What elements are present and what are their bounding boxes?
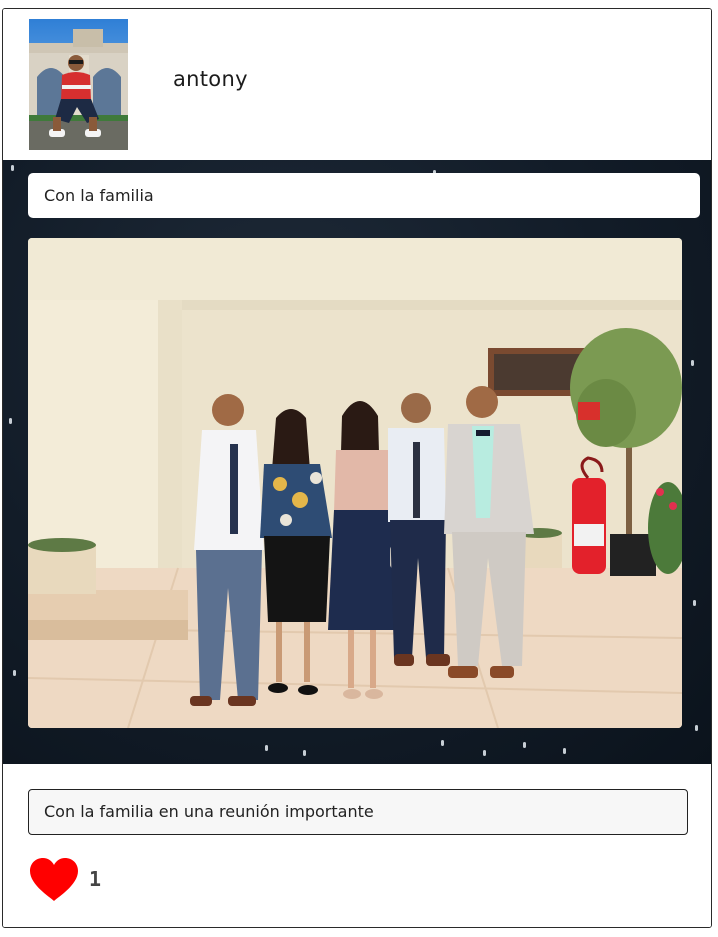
post-card: antony Con la familia Con la familia en …: [2, 8, 712, 928]
like-count: 1: [89, 867, 102, 891]
heart-icon: [30, 858, 78, 901]
post-header: antony: [3, 9, 711, 160]
like-button[interactable]: [28, 857, 80, 903]
family-photo[interactable]: [28, 238, 682, 728]
post-description: Con la familia en una reunión importante: [28, 789, 688, 835]
post-footer: Con la familia en una reunión importante…: [3, 764, 711, 927]
username[interactable]: antony: [173, 67, 248, 91]
post-content-panel: Con la familia: [3, 160, 711, 764]
user-avatar[interactable]: [29, 19, 128, 150]
post-title: Con la familia: [28, 173, 700, 218]
